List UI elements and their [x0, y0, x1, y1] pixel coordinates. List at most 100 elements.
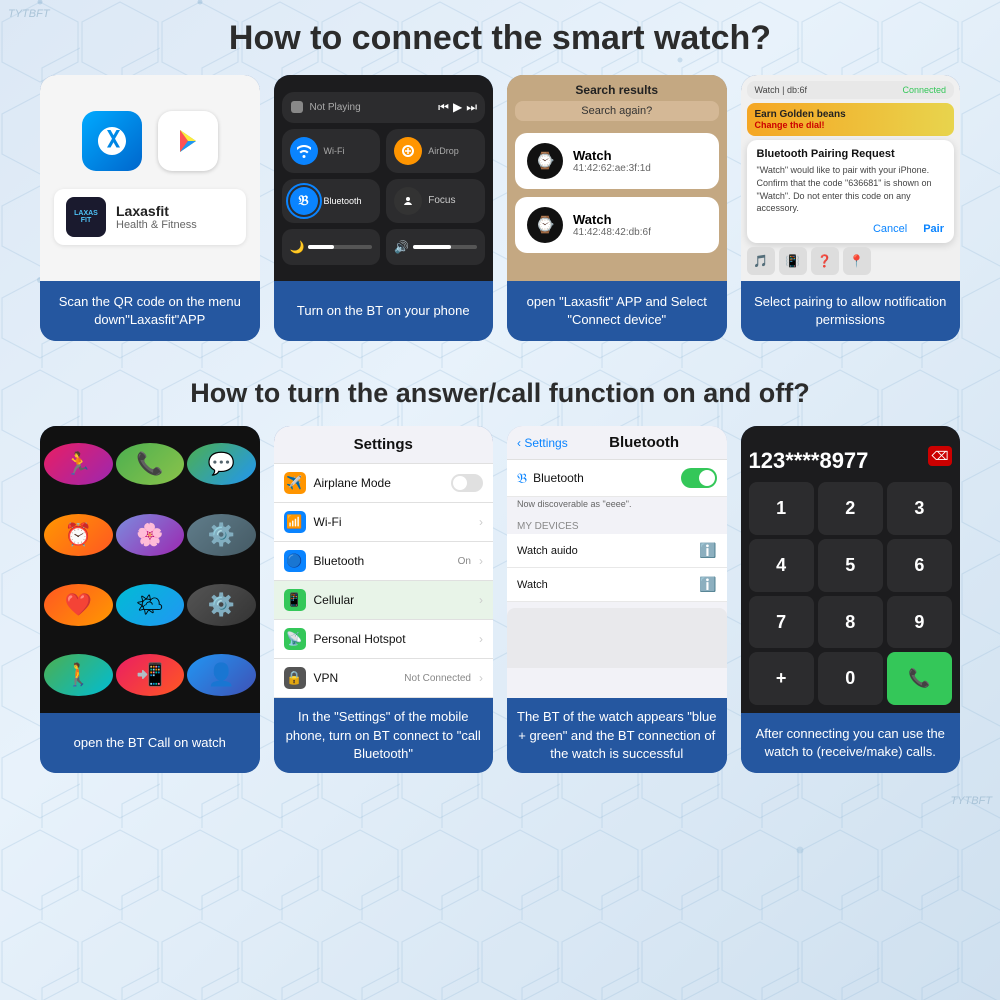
pairing-icons-row: 🎵 📳 ❓ 📍: [747, 247, 955, 275]
settings-vpn-icon: 🔒: [284, 667, 306, 689]
bt-device-1-info: Watch auido: [517, 545, 578, 557]
card6-screen: Settings ✈️ Airplane Mode 📶 Wi-Fi ›: [274, 426, 494, 698]
pairing-top-bar: Watch | db:6f Connected: [747, 81, 955, 99]
settings-airplane-toggle[interactable]: [451, 474, 483, 492]
dial-key-4[interactable]: 4: [749, 539, 814, 592]
pairing-change-dial: Change the dial!: [755, 120, 947, 130]
dial-key-5[interactable]: 5: [818, 539, 883, 592]
cc-airdrop-tile: AirDrop: [386, 129, 485, 173]
google-play-icon: [158, 111, 218, 171]
settings-bluetooth: 🔵 Bluetooth On ›: [274, 542, 494, 581]
card-bt-settings: ‹ Settings Bluetooth 𝔅 Bluetooth Now dis…: [507, 426, 727, 773]
app-bubble-more: ⚙️: [187, 584, 256, 626]
card5-label: open the BT Call on watch: [40, 713, 260, 773]
settings-cellular-label: Cellular: [314, 593, 472, 607]
settings-list: ✈️ Airplane Mode 📶 Wi-Fi › 🔵 Bluetooth: [274, 464, 494, 698]
dial-grid: 1 2 3 4 5 6 7 8 9 + 0 📞: [749, 482, 953, 705]
pairing-watch-label: Watch | db:6f: [755, 85, 808, 95]
dial-key-8[interactable]: 8: [818, 596, 883, 649]
card-pairing: Watch | db:6f Connected Earn Golden bean…: [741, 75, 961, 340]
watch-name-2: Watch: [573, 212, 651, 227]
cc-not-playing-label: Not Playing: [310, 102, 361, 113]
settings-hotspot-chevron: ›: [479, 632, 483, 646]
bt-icon: 𝔅: [517, 470, 527, 487]
pairing-small-icon-2: 📳: [779, 247, 807, 275]
card7-screen: ‹ Settings Bluetooth 𝔅 Bluetooth Now dis…: [507, 426, 727, 698]
card-watch-apps: 🏃 📞 💬 ⏰ 🌸 ⚙️ ❤️ 🌤 ⚙️ 🚶 📲 👤 open the BT C…: [40, 426, 260, 773]
card7-label: The BT of the watch appears "blue + gree…: [507, 698, 727, 773]
cc-bt-tile: 𝔅 Bluetooth: [282, 179, 381, 223]
settings-airplane-label: Airplane Mode: [314, 476, 444, 490]
card1-label: Scan the QR code on the menu down"Laxasf…: [40, 281, 260, 341]
bt-toggle-on[interactable]: [681, 468, 717, 488]
bt-my-devices-header: MY DEVICES: [507, 515, 727, 534]
card3-label: open "Laxasfit" APP and Select "Connect …: [507, 281, 727, 341]
dial-key-2[interactable]: 2: [818, 482, 883, 535]
cc-bottom-row: 🌙 🔊: [282, 229, 486, 265]
pairing-dialog-body: "Watch" would like to pair with your iPh…: [757, 164, 945, 214]
cc-wifi-icon: [290, 137, 318, 165]
settings-title: Settings: [274, 426, 494, 464]
bt-device-2-info-icon[interactable]: ℹ️: [699, 576, 716, 593]
laxasfit-name: Laxasfit: [116, 203, 197, 219]
pairing-buttons: Cancel Pair: [757, 223, 945, 235]
search-again: Search again?: [515, 101, 719, 121]
card8-screen: 123****8977 ⌫ 1 2 3 4 5 6 7 8 9 + 0 📞: [741, 426, 961, 713]
card3-screen: Search results Search again? ⌚ Watch 41:…: [507, 75, 727, 280]
section2-title: How to turn the answer/call function on …: [40, 379, 960, 409]
watch-mac-2: 41:42:48:42:db:6f: [573, 227, 651, 238]
bt-toggle-row: 𝔅 Bluetooth: [507, 460, 727, 497]
pairing-cancel-button[interactable]: Cancel: [873, 223, 907, 235]
pairing-dialog: Bluetooth Pairing Request "Watch" would …: [747, 140, 955, 242]
dial-key-3[interactable]: 3: [887, 482, 952, 535]
dial-key-0[interactable]: 0: [818, 652, 883, 705]
app-bubble-call2: 📲: [116, 654, 185, 696]
search-result-1: ⌚ Watch 41:42:62:ae:3f:1d: [515, 133, 719, 189]
laxasfit-banner: LAXASFIT Laxasfit Health & Fitness: [54, 189, 246, 245]
dial-key-7[interactable]: 7: [749, 596, 814, 649]
card2-screen: Not Playing ⏮▶⏭ W: [274, 75, 494, 280]
bt-page-title: Bluetooth: [572, 434, 717, 451]
pairing-small-icon-1: 🎵: [747, 247, 775, 275]
pairing-pair-button[interactable]: Pair: [923, 223, 944, 235]
main-content: TYTBFT TYTBFT How to connect the smart w…: [0, 0, 1000, 815]
dial-key-1[interactable]: 1: [749, 482, 814, 535]
settings-wifi: 📶 Wi-Fi ›: [274, 503, 494, 542]
pairing-small-icon-4: 📍: [843, 247, 871, 275]
settings-vpn-label: VPN: [314, 671, 397, 685]
dial-display-number: 123****8977: [749, 440, 869, 478]
laxasfit-sub: Health & Fitness: [116, 219, 197, 231]
control-center: Not Playing ⏮▶⏭ W: [274, 84, 494, 273]
pairing-small-icon-3: ❓: [811, 247, 839, 275]
settings-airplane: ✈️ Airplane Mode: [274, 464, 494, 503]
bt-back-button[interactable]: ‹ Settings: [517, 436, 568, 450]
app-icons-row: [82, 111, 218, 171]
settings-airplane-icon: ✈️: [284, 472, 306, 494]
card-bt: Not Playing ⏮▶⏭ W: [274, 75, 494, 340]
settings-vpn: 🔒 VPN Not Connected ›: [274, 659, 494, 698]
cc-volume: 🔊: [386, 229, 485, 265]
card-dialpad: 123****8977 ⌫ 1 2 3 4 5 6 7 8 9 + 0 📞: [741, 426, 961, 773]
watch-icon-1: ⌚: [527, 143, 563, 179]
dial-delete-button[interactable]: ⌫: [928, 446, 952, 466]
settings-bt-chevron: ›: [479, 554, 483, 568]
card2-label: Turn on the BT on your phone: [274, 281, 494, 341]
dial-key-9[interactable]: 9: [887, 596, 952, 649]
dial-key-plus[interactable]: +: [749, 652, 814, 705]
settings-bt-icon: 🔵: [284, 550, 306, 572]
settings-cellular: 📱 Cellular ›: [274, 581, 494, 620]
app-bubble-phone: 📞: [116, 443, 185, 485]
bt-device-1: Watch auido ℹ️: [507, 534, 727, 568]
watermark-bottom: TYTBFT: [950, 795, 992, 807]
dial-key-6[interactable]: 6: [887, 539, 952, 592]
watch-mac-1: 41:42:62:ae:3f:1d: [573, 163, 651, 174]
cc-icon-grid: Wi-Fi 𝔅 Bluetooth: [282, 129, 486, 223]
bt-now-discoverable: Now discoverable as "eeee".: [507, 497, 727, 515]
cc-focus-label: Focus: [428, 195, 455, 206]
settings-vpn-chevron: ›: [479, 671, 483, 685]
bt-device-1-info-icon[interactable]: ℹ️: [699, 542, 716, 559]
watch-icon-2: ⌚: [527, 207, 563, 243]
watermark-top: TYTBFT: [8, 8, 50, 20]
bt-blurred-area: [507, 608, 727, 668]
dial-key-call[interactable]: 📞: [887, 652, 952, 705]
